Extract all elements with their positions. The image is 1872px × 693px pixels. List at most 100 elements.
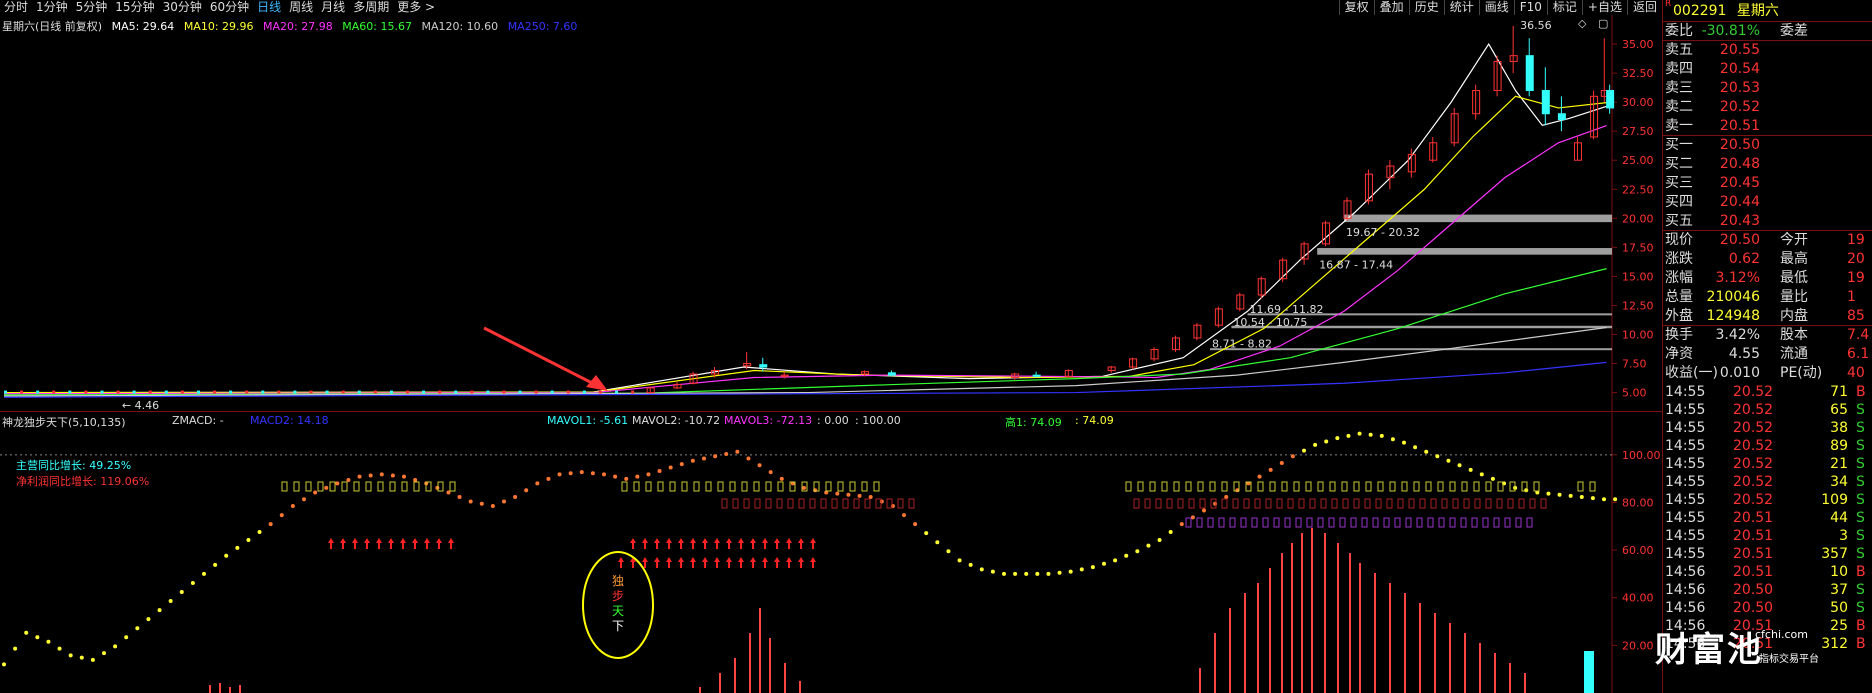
indicator-dot: [1357, 431, 1362, 436]
quote-row: 卖四 20.54: [1663, 60, 1872, 79]
purple-signal-box: [1229, 517, 1236, 528]
yellow-signal-box: [341, 481, 348, 492]
red-up-arrow: [750, 538, 756, 549]
yellow-signal-box: [1461, 481, 1468, 492]
quote-row: 收益(一) 0.010 PE(动) 40: [1663, 364, 1872, 383]
tab-10[interactable]: 更多 >: [397, 0, 435, 14]
indicator-dot: [1002, 571, 1006, 576]
quote-row: 卖一 20.51: [1663, 117, 1872, 136]
candle: [309, 390, 313, 394]
tick-volume: 65: [1830, 402, 1848, 418]
tick-time: 14:56: [1665, 582, 1706, 598]
red-up-arrow: [630, 538, 636, 549]
quote-value: -30.81%: [1701, 23, 1760, 39]
quote-value: 20.44: [1719, 194, 1760, 210]
tab-3[interactable]: 15分钟: [115, 0, 154, 14]
quote-label: 卖三: [1665, 80, 1693, 96]
yellow-signal-box: [1425, 481, 1432, 492]
yellow-signal-box: [401, 481, 408, 492]
red-up-arrow: [690, 557, 696, 568]
tab-7[interactable]: 周线: [289, 0, 313, 14]
yellow-signal-box: [657, 481, 664, 492]
yellow-signal-box: [1257, 481, 1264, 492]
yellow-signal-box: [753, 481, 760, 492]
toolbar-button-0[interactable]: 复权: [1338, 0, 1374, 15]
toolbar-button-8[interactable]: 返回: [1626, 0, 1662, 15]
quote-label: 卖二: [1665, 99, 1693, 115]
tick-time: 14:55: [1665, 546, 1706, 562]
indicator-dot: [1335, 436, 1340, 441]
candle: [566, 390, 570, 394]
indicator-dot: [835, 491, 840, 496]
tab-0[interactable]: 分时: [4, 0, 28, 14]
quote-label-2: 委差: [1780, 23, 1808, 39]
red-up-arrow: [726, 557, 732, 568]
toolbar-button-6[interactable]: 标记: [1546, 0, 1582, 15]
toolbar-button-7[interactable]: +自选: [1581, 0, 1627, 15]
candle: [582, 390, 586, 394]
tick-side: S: [1856, 420, 1865, 436]
candle: [116, 390, 120, 394]
indicator-dot: [579, 470, 584, 475]
candle: [36, 390, 40, 394]
toolbar-button-1[interactable]: 叠加: [1373, 0, 1409, 15]
red-up-arrow: [798, 538, 804, 549]
candle: [213, 390, 217, 394]
purple-signal-box: [1383, 517, 1390, 528]
indicator-dot: [568, 471, 573, 476]
profit-growth-label: 净利润同比增长: 119.06%: [16, 475, 150, 488]
indicator-dot: [1413, 445, 1418, 450]
candle: [550, 390, 554, 394]
toolbar-button-3[interactable]: 统计: [1443, 0, 1479, 15]
indicator-dot: [524, 488, 529, 493]
tick-volume: 37: [1830, 582, 1848, 598]
candle: [389, 390, 393, 394]
indicator-dot: [1035, 571, 1040, 576]
quote-row: 卖三 20.53: [1663, 79, 1872, 98]
yellow-signal-box: [329, 481, 336, 492]
tab-6[interactable]: 日线: [257, 0, 281, 14]
indicator-dot: [1590, 496, 1595, 501]
quote-label: 外盘: [1665, 308, 1693, 324]
toolbar-button-4[interactable]: 画线: [1478, 0, 1514, 15]
candle: [887, 372, 896, 376]
panel-divider: [0, 411, 1662, 412]
red-signal-box: [1408, 498, 1415, 509]
indicator-dot: [490, 504, 495, 509]
yellow-signal-box: [305, 481, 312, 492]
quote-panel: R 002291 星期六 委比 -30.81% 委差 卖五 20.55 卖四 20.54 卖三…: [1662, 0, 1872, 693]
red-signal-box: [1144, 498, 1151, 509]
tab-5[interactable]: 60分钟: [210, 0, 249, 14]
tab-1[interactable]: 1分钟: [36, 0, 68, 14]
y-tick-label: 15.00: [1622, 270, 1654, 283]
quote-label: 买三: [1665, 175, 1693, 191]
yellow-signal-box: [693, 481, 700, 492]
indicator-dot: [990, 569, 995, 574]
quote-label: 买五: [1665, 213, 1693, 229]
candle: [229, 390, 233, 394]
low-price-label: ← 4.46: [122, 399, 159, 412]
circle-char: 独: [612, 574, 624, 588]
indicator-dot: [802, 485, 806, 490]
tab-8[interactable]: 月线: [321, 0, 345, 14]
tab-9[interactable]: 多周期: [353, 0, 389, 14]
indicator-dot: [624, 476, 629, 481]
purple-signal-box: [1427, 517, 1434, 528]
red-signal-box: [1529, 498, 1536, 509]
indicator-dot: [1546, 491, 1551, 496]
quote-row: 净资 4.55 流通 6.1: [1663, 345, 1872, 364]
yellow-signal-box: [1389, 481, 1396, 492]
tab-4[interactable]: 30分钟: [163, 0, 202, 14]
toolbar-button-5[interactable]: F10: [1513, 0, 1547, 15]
yellow-signal-box: [849, 481, 856, 492]
red-up-arrow: [738, 557, 744, 568]
quote-value: 20.52: [1719, 99, 1760, 115]
indicator-dot: [168, 599, 173, 604]
tab-2[interactable]: 5分钟: [76, 0, 108, 14]
indicator-dot: [57, 646, 62, 651]
quote-row: 总量 210046 量比 1: [1663, 288, 1872, 307]
yellow-signal-box: [729, 481, 736, 492]
mavol3-label: MAVOL3: -72.13: [724, 414, 813, 427]
toolbar-button-2[interactable]: 历史: [1408, 0, 1444, 15]
purple-signal-box: [1284, 517, 1291, 528]
